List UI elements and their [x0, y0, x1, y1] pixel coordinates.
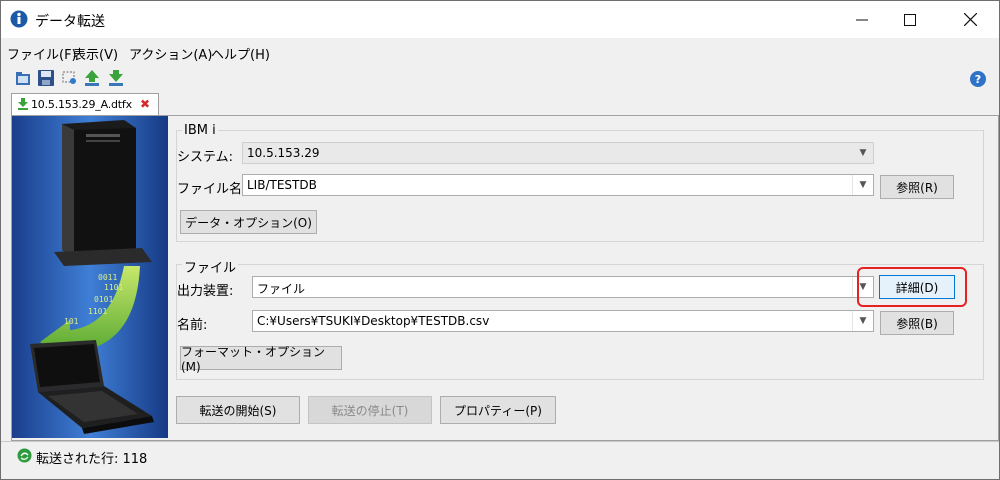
svg-text:101: 101 — [64, 317, 79, 326]
output-device-select[interactable]: ファイル ▼ — [252, 276, 874, 298]
chevron-down-icon[interactable]: ▼ — [852, 311, 873, 331]
svg-text:1101: 1101 — [104, 283, 123, 292]
properties-button[interactable]: プロパティー(P) — [440, 396, 556, 424]
svg-text:0101: 0101 — [94, 295, 113, 304]
open-folder-icon[interactable] — [15, 69, 33, 87]
file-name-value: LIB/TESTDB — [247, 178, 317, 192]
system-select[interactable]: 10.5.153.29 ▼ — [242, 142, 874, 164]
browse-ibmi-button[interactable]: 参照(R) — [880, 175, 954, 199]
svg-text:?: ? — [975, 73, 981, 86]
system-label: システム: — [177, 150, 233, 165]
transfer-illustration: 0011 1101 0101 1101 101 — [12, 116, 168, 438]
menu-action[interactable]: アクション(A) — [129, 44, 212, 63]
svg-text:0011: 0011 — [98, 273, 117, 282]
download-icon[interactable] — [107, 69, 125, 87]
select-icon[interactable] — [61, 69, 79, 87]
menu-bar: ファイル(F) 表示(V) アクション(A) ヘルプ(H) — [1, 39, 999, 64]
file-name-label: ファイル名: — [177, 182, 247, 197]
minimize-icon — [856, 19, 868, 20]
close-button[interactable] — [947, 1, 993, 38]
output-device-label: 出力装置: — [177, 284, 234, 299]
output-device-value: ファイル — [257, 282, 306, 296]
app-window: データ転送 ファイル(F) 表示(V) アクション(A) ヘルプ(H) ? 10… — [0, 0, 1000, 480]
transfer-status-icon — [17, 448, 32, 463]
chevron-down-icon: ▼ — [859, 148, 867, 158]
menu-view[interactable]: 表示(V) — [73, 44, 118, 63]
svg-text:1101: 1101 — [88, 307, 107, 316]
tab-label: 10.5.153.29_A.dtfx — [31, 98, 132, 111]
status-text: 転送された行: 118 — [36, 452, 148, 467]
browse-file-button[interactable]: 参照(B) — [880, 311, 954, 335]
close-icon — [963, 13, 977, 26]
upload-icon[interactable] — [83, 69, 101, 87]
transfer-panel: 0011 1101 0101 1101 101 IBM i システム: 10.5… — [11, 115, 999, 441]
menu-file[interactable]: ファイル(F) — [7, 44, 77, 63]
window-title: データ転送 — [35, 14, 105, 30]
ibmi-group-title: IBM i — [182, 123, 218, 138]
file-path-input[interactable]: C:¥Users¥TSUKI¥Desktop¥TESTDB.csv ▼ — [252, 310, 874, 332]
status-bar: 転送された行: 118 — [1, 441, 999, 468]
tab-transfer-file[interactable]: 10.5.153.29_A.dtfx ✖ — [11, 93, 159, 116]
help-icon[interactable]: ? — [969, 70, 987, 88]
minimize-button[interactable] — [839, 1, 885, 38]
stop-transfer-button[interactable]: 転送の停止(T) — [308, 396, 432, 424]
tab-close-icon[interactable]: ✖ — [140, 97, 150, 111]
maximize-icon — [904, 13, 916, 26]
file-group-title: ファイル — [182, 257, 239, 276]
start-transfer-button[interactable]: 転送の開始(S) — [176, 396, 300, 424]
chevron-down-icon[interactable]: ▼ — [852, 175, 873, 195]
format-options-button[interactable]: フォーマット・オプション(M) — [180, 345, 342, 374]
toolbar: ? — [1, 65, 999, 91]
file-path-value: C:¥Users¥TSUKI¥Desktop¥TESTDB.csv — [257, 314, 490, 328]
file-name-input[interactable]: LIB/TESTDB ▼ — [242, 174, 874, 196]
details-highlight — [857, 267, 967, 307]
title-bar: データ転送 — [1, 1, 999, 38]
menu-help[interactable]: ヘルプ(H) — [211, 44, 270, 63]
maximize-button[interactable] — [887, 1, 933, 38]
download-icon — [18, 98, 28, 110]
tab-bar: 10.5.153.29_A.dtfx ✖ — [1, 91, 999, 116]
app-logo-icon — [10, 10, 28, 28]
system-value: 10.5.153.29 — [247, 146, 320, 160]
save-icon[interactable] — [37, 69, 55, 87]
name-label: 名前: — [177, 318, 208, 333]
data-options-button[interactable]: データ・オプション(O) — [180, 210, 317, 234]
